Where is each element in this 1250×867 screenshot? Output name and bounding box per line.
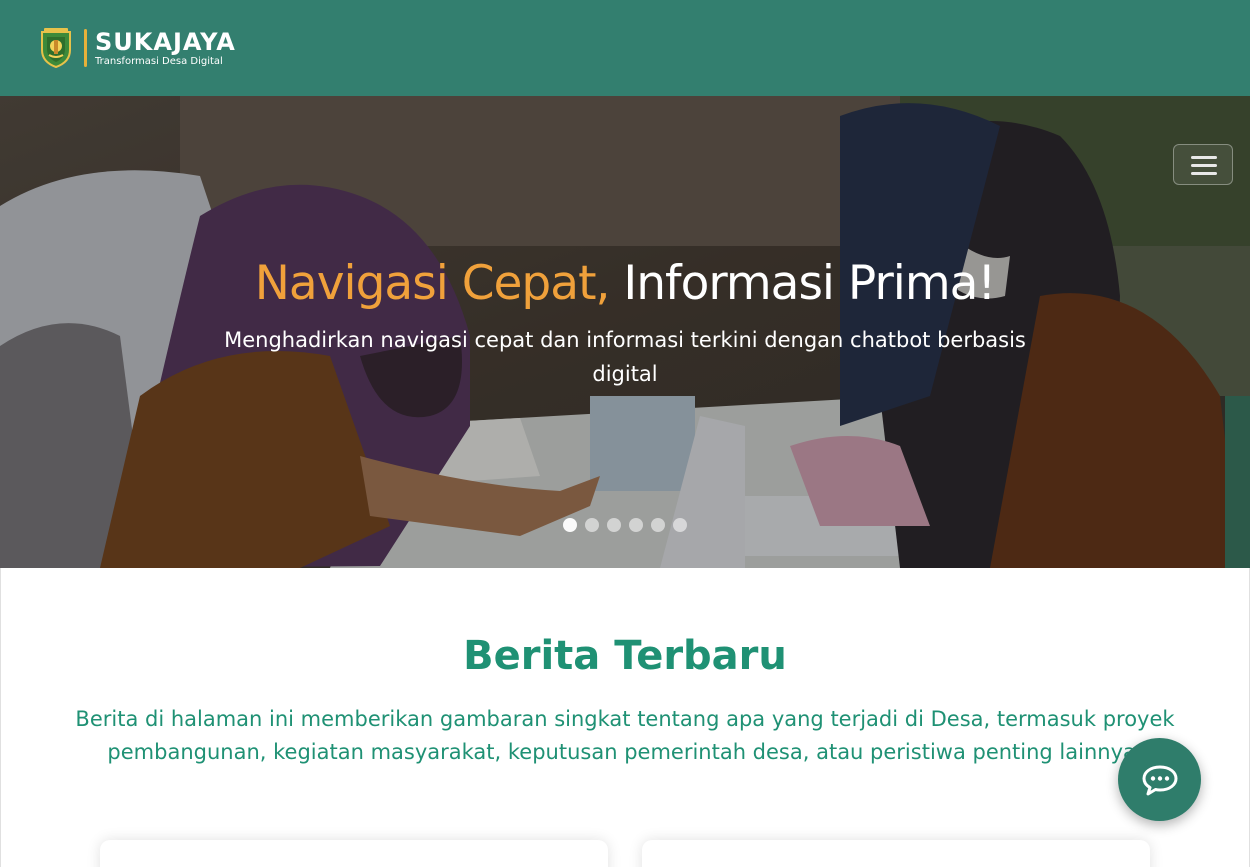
site-header: SUKAJAYA Transformasi Desa Digital <box>0 0 1250 96</box>
chatbot-button[interactable] <box>1118 738 1201 821</box>
carousel-dot-1[interactable] <box>563 518 577 532</box>
hero-title-rest: Informasi Prima! <box>623 256 996 311</box>
carousel-indicators <box>563 518 687 532</box>
carousel-dot-3[interactable] <box>607 518 621 532</box>
hero-title-accent: Navigasi Cepat, <box>254 256 611 311</box>
village-emblem-icon <box>38 28 74 69</box>
hero-carousel: Navigasi Cepat, Informasi Prima! Menghad… <box>0 96 1250 568</box>
brand-name: SUKAJAYA <box>95 27 236 56</box>
hero-subtitle: Menghadirkan navigasi cepat dan informas… <box>224 328 1026 386</box>
brand-divider <box>84 29 87 67</box>
carousel-dot-6[interactable] <box>673 518 687 532</box>
carousel-dot-4[interactable] <box>629 518 643 532</box>
chat-bubble-icon <box>1142 765 1177 795</box>
brand-text: SUKAJAYA Transformasi Desa Digital <box>95 29 236 68</box>
news-section-title: Berita Terbaru <box>463 633 787 679</box>
hero-title: Navigasi Cepat, Informasi Prima! <box>0 254 1250 314</box>
carousel-dot-5[interactable] <box>651 518 665 532</box>
brand-logo-link[interactable]: SUKAJAYA Transformasi Desa Digital <box>38 28 236 69</box>
news-card[interactable] <box>642 840 1150 867</box>
news-section-description: Berita di halaman ini memberikan gambara… <box>75 707 1175 764</box>
hamburger-menu-icon[interactable] <box>1173 144 1233 185</box>
brand-tagline: Transformasi Desa Digital <box>95 55 223 67</box>
carousel-dot-2[interactable] <box>585 518 599 532</box>
page-border-left <box>0 568 1 867</box>
news-card[interactable] <box>100 840 608 867</box>
